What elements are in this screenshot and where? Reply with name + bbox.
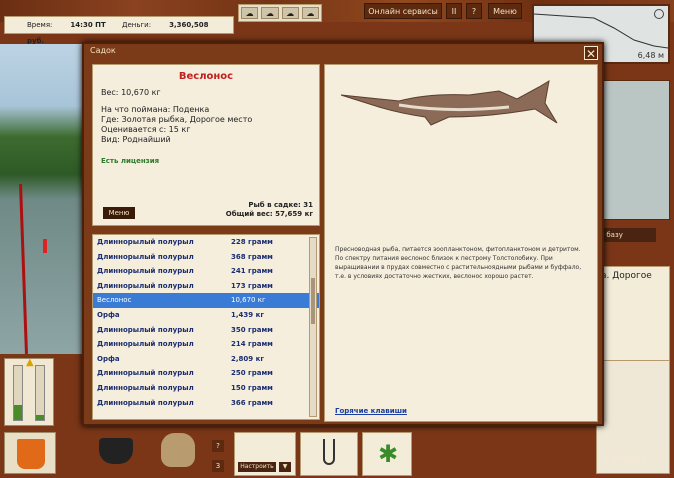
list-item-name: Длиннорылый полурыл <box>97 383 194 392</box>
help-button[interactable]: ? <box>466 3 482 19</box>
dropdown-arrow-icon[interactable]: ▼ <box>279 462 291 472</box>
fish-preview-panel: Пресноводная рыба, питается зоопланктоно… <box>324 64 598 422</box>
list-item-name: Длиннорылый полурыл <box>97 369 194 378</box>
setup-button[interactable]: Настроить <box>238 462 276 472</box>
fish-weight: Вес: 10,670 кг <box>101 88 161 97</box>
list-item-weight: 214 грамм <box>231 340 273 349</box>
keepnet-dialog: Садок ✕ Веслонос Вес: 10,670 кг На что п… <box>82 42 604 426</box>
list-item-weight: 1,439 кг <box>231 310 264 319</box>
list-item-name: Орфа <box>97 354 120 363</box>
list-item[interactable]: Длиннорылый полурыл 214 грамм <box>93 337 319 352</box>
location-map[interactable] <box>596 80 670 220</box>
left-gauge <box>13 365 23 421</box>
dialog-menu-button[interactable]: Меню <box>103 207 135 219</box>
depth-value: 6,48 м <box>637 51 664 60</box>
list-item-weight: 350 грамм <box>231 325 273 334</box>
menu-button[interactable]: Меню <box>488 3 522 19</box>
dialog-title: Садок <box>90 46 116 55</box>
gauges: ▲ <box>4 357 54 426</box>
to-base-button[interactable]: у базу <box>596 228 656 242</box>
zoom-icon[interactable] <box>654 9 664 19</box>
list-item-name: Длиннорылый полурыл <box>97 267 194 276</box>
list-item-weight: 366 грамм <box>231 398 273 407</box>
list-item-name: Длиннорылый полурыл <box>97 398 194 407</box>
bucket-icon[interactable] <box>4 432 56 474</box>
fish-count: Рыб в садке: 31 <box>248 201 313 209</box>
bait-slot[interactable]: ✱ <box>362 432 412 476</box>
list-item-weight: 228 грамм <box>231 238 273 246</box>
fishing-scene[interactable] <box>0 44 84 355</box>
scrollbar[interactable] <box>309 237 317 417</box>
scroll-thumb[interactable] <box>311 278 315 324</box>
list-item[interactable]: Длиннорылый полурыл 241 грамм <box>93 264 319 279</box>
list-item[interactable]: Длиннорылый полурыл 250 грамм <box>93 366 319 381</box>
keepnet-totals: Рыб в садке: 31 Общий вес: 57,659 кг <box>226 201 313 219</box>
fish-species: Вид: Роднайший <box>101 135 171 144</box>
list-item[interactable]: Длиннорылый полурыл 366 грамм <box>93 396 319 411</box>
weather-icons: ☁ ☁ ☁ ☁ <box>238 4 322 22</box>
list-item-name: Длиннорылый полурыл <box>97 281 194 290</box>
online-services-button[interactable]: Онлайн сервисы <box>364 3 442 19</box>
catch-list[interactable]: Длиннорылый полурыл 228 грамм Длиннорылый … <box>92 234 320 420</box>
right-gauge <box>35 365 45 421</box>
bait-icon: ✱ <box>377 440 399 468</box>
time-label: Время: 14:30 ПТ <box>27 21 106 29</box>
groundbait-sack-icon[interactable] <box>156 430 200 470</box>
status-info: Время: 14:30 ПТ Деньги: 3,360,508 руб. <box>4 16 234 45</box>
weather-icon[interactable]: ☁ <box>241 7 259 19</box>
list-item[interactable]: Длиннорылый полурыл 350 грамм <box>93 323 319 338</box>
watermark: Lendex.ru <box>604 452 664 466</box>
list-item-weight: 250 грамм <box>231 369 273 378</box>
bait-pot-icon[interactable] <box>96 432 136 468</box>
list-item[interactable]: Длиннорылый полурыл 150 грамм <box>93 381 319 396</box>
hotkeys-link[interactable]: Горячие клавиши <box>335 407 407 415</box>
list-item-weight: 10,670 кг <box>231 296 266 305</box>
list-item-weight: 241 грамм <box>231 267 273 276</box>
left-gauge-fill <box>14 404 22 420</box>
fishing-rod <box>19 183 28 355</box>
list-item[interactable]: Длиннорылый полурыл 228 грамм <box>93 235 319 250</box>
list-item[interactable]: Орфа 1,439 кг <box>93 308 319 323</box>
list-item-weight: 2,809 кг <box>231 354 264 363</box>
fish-name: Веслонос <box>178 71 234 82</box>
list-item-name: Длиннорылый полурыл <box>97 325 194 334</box>
list-item-name: Длиннорылый полурыл <box>97 340 194 349</box>
list-item-weight: 173 грамм <box>231 281 273 290</box>
close-icon[interactable]: ✕ <box>584 46 598 61</box>
help-small-button[interactable]: ? <box>212 440 224 452</box>
list-item-name: Орфа <box>97 310 120 319</box>
list-item-weight: 150 грамм <box>231 383 273 392</box>
weather-icon[interactable]: ☁ <box>301 7 319 19</box>
list-item-name: Длиннорылый полурыл <box>97 238 194 246</box>
right-gauge-fill <box>36 414 44 420</box>
right-panel: у базу а. Дорогое <box>596 60 670 386</box>
float-icon <box>43 239 47 253</box>
weather-icon[interactable]: ☁ <box>261 7 279 19</box>
list-item-name: Веслонос <box>97 296 132 305</box>
paddlefish-image <box>340 80 558 126</box>
fish-info-panel: Веслонос Вес: 10,670 кг На что поймана: … <box>92 64 320 226</box>
list-item-name: Длиннорылый полурыл <box>97 252 194 261</box>
list-item-weight: 368 грамм <box>231 252 273 261</box>
total-weight: Общий вес: 57,659 кг <box>225 210 313 218</box>
list-item[interactable]: Веслонос 10,670 кг <box>93 293 319 308</box>
warning-icon: ▲ <box>26 357 34 368</box>
caught-location: Где: Золотая рыбка, Дорогое место <box>101 115 253 124</box>
list-item[interactable]: Орфа 2,809 кг <box>93 352 319 367</box>
hook-slot[interactable] <box>300 432 358 476</box>
license-status: Есть лицензия <box>101 157 160 165</box>
fish-value: Оценивается с: 15 кг <box>101 125 191 134</box>
slot-number-button[interactable]: 3 <box>212 460 224 472</box>
tackle-slot[interactable]: Настроить ▼ <box>234 432 296 476</box>
list-item[interactable]: Длиннорылый полурыл 173 грамм <box>93 279 319 294</box>
list-item[interactable]: Длиннорылый полурыл 368 грамм <box>93 250 319 265</box>
caught-on: На что поймана: Поденка <box>101 105 210 114</box>
pause-button[interactable]: II <box>446 3 462 19</box>
weather-icon[interactable]: ☁ <box>281 7 299 19</box>
fish-description: Пресноводная рыба, питается зоопланктоно… <box>335 246 582 280</box>
hook-icon <box>323 439 335 465</box>
fish-details: На что поймана: Поденка Где: Золотая рыб… <box>101 105 311 145</box>
